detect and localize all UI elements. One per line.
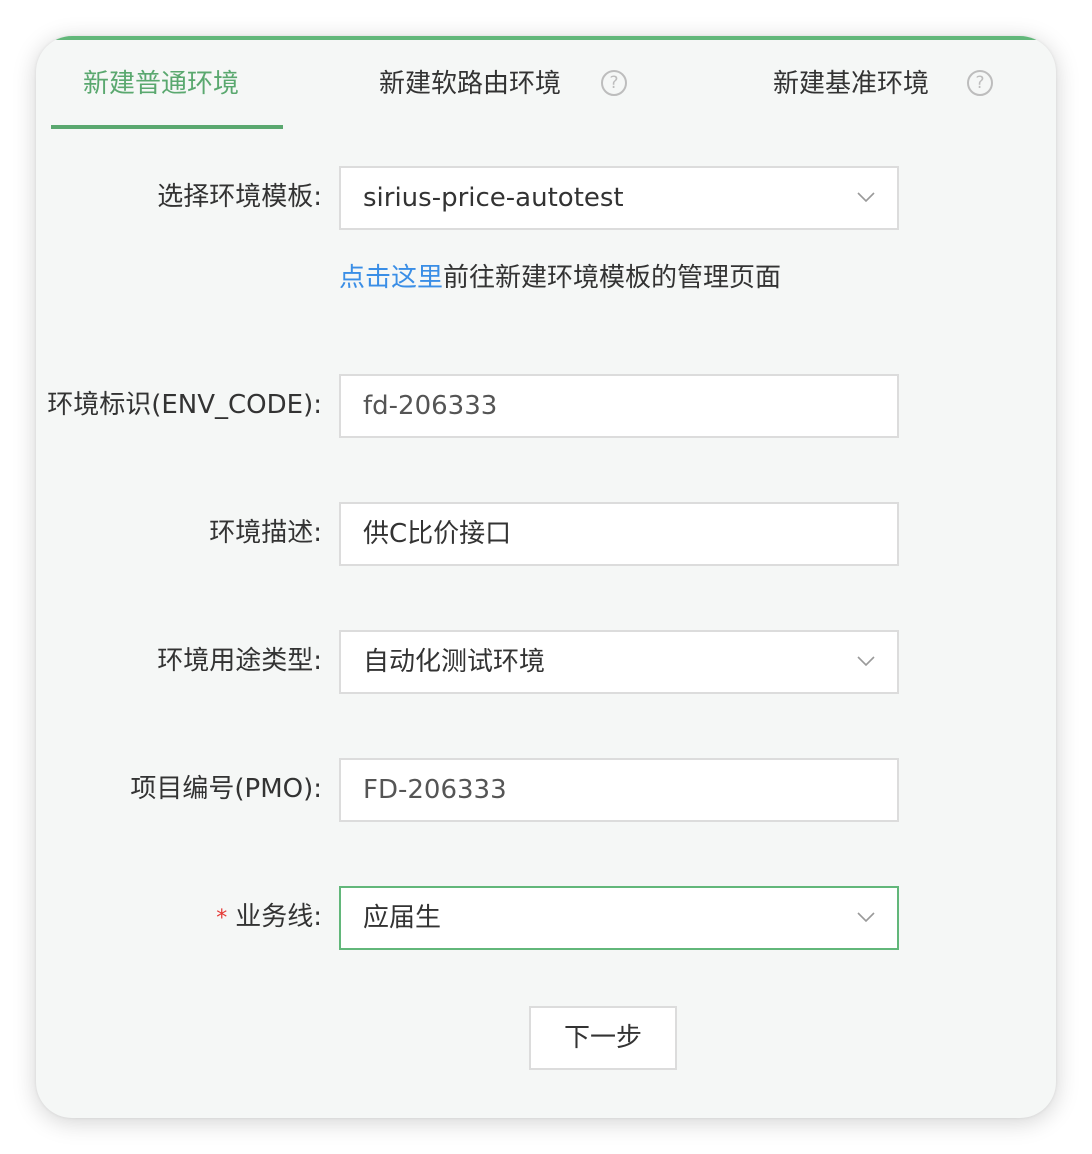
required-mark: * bbox=[216, 906, 228, 931]
business-line-select[interactable]: 应届生 bbox=[339, 886, 899, 950]
template-manage-link[interactable]: 点击这里 bbox=[339, 263, 443, 293]
env-code-label: 环境标识(ENV_CODE): bbox=[47, 390, 322, 420]
usage-type-label: 环境用途类型: bbox=[157, 646, 322, 676]
card-top-accent-line bbox=[36, 36, 1056, 40]
template-select[interactable]: sirius-price-autotest bbox=[339, 166, 899, 230]
usage-type-select-value: 自动化测试环境 bbox=[363, 647, 546, 677]
chevron-down-icon bbox=[857, 912, 875, 923]
create-environment-card: 新建普通环境 新建软路由环境 ? 新建基准环境 ? 选择环境模板: sirius… bbox=[36, 36, 1056, 1118]
template-select-value: sirius-price-autotest bbox=[363, 183, 624, 213]
pmo-input[interactable]: FD-206333 bbox=[339, 758, 899, 822]
template-hint: 点击这里前往新建环境模板的管理页面 bbox=[339, 258, 781, 298]
template-hint-text: 前往新建环境模板的管理页面 bbox=[443, 263, 782, 293]
chevron-down-icon bbox=[857, 192, 875, 203]
tab-new-normal-env[interactable]: 新建普通环境 bbox=[83, 64, 239, 104]
active-tab-underline bbox=[51, 125, 283, 129]
usage-type-select[interactable]: 自动化测试环境 bbox=[339, 630, 899, 694]
description-label: 环境描述: bbox=[209, 518, 322, 548]
chevron-down-icon bbox=[857, 656, 875, 667]
env-code-input[interactable]: fd-206333 bbox=[339, 374, 899, 438]
tab-new-baseline-env[interactable]: 新建基准环境 bbox=[773, 64, 929, 104]
next-step-button[interactable]: 下一步 bbox=[529, 1006, 677, 1070]
business-line-select-value: 应届生 bbox=[363, 903, 442, 933]
description-input[interactable]: 供C比价接口 bbox=[339, 502, 899, 566]
business-line-label-text: 业务线: bbox=[235, 902, 322, 932]
help-icon[interactable]: ? bbox=[967, 70, 993, 96]
tab-new-soft-router-env[interactable]: 新建软路由环境 bbox=[379, 64, 561, 104]
pmo-label: 项目编号(PMO): bbox=[130, 774, 322, 804]
template-label: 选择环境模板: bbox=[157, 182, 322, 212]
business-line-label: * 业务线: bbox=[216, 897, 322, 937]
help-icon[interactable]: ? bbox=[601, 70, 627, 96]
